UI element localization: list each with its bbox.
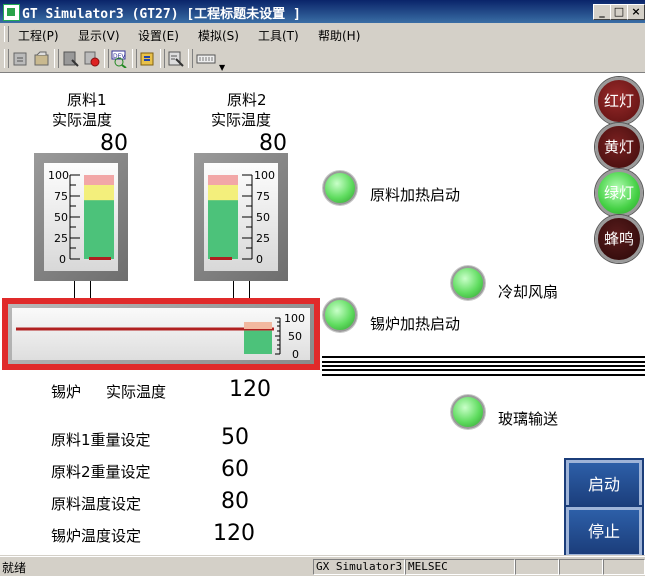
raw-heat-lamp	[323, 171, 357, 205]
status-ready: 就绪	[2, 561, 27, 575]
app-icon	[3, 4, 20, 21]
reload-icon[interactable]	[33, 50, 51, 68]
toolbar-separator	[160, 49, 165, 68]
toolbar-separator	[54, 49, 59, 68]
setting-value[interactable]: 50	[221, 425, 249, 450]
boiler-heat-lamp	[323, 298, 357, 332]
menu-settings[interactable]: 设置(E)	[138, 27, 179, 44]
toolbar-separator	[104, 49, 109, 68]
window-title: GT Simulator3 (GT27) [工程标题未设置 ]	[22, 7, 301, 22]
tank2-pipe-right	[249, 281, 250, 298]
tank1-tick-50: 50	[54, 211, 68, 224]
tank1-tick-75: 75	[54, 190, 68, 203]
setting-label: 锡炉温度设定	[51, 527, 142, 545]
status-cell	[559, 559, 603, 575]
tank2-name: 原料2	[227, 91, 267, 109]
tank1-tick-25: 25	[54, 232, 68, 245]
minimize-button[interactable]: _	[593, 4, 611, 20]
menu-grip	[4, 26, 9, 42]
boiler-alarm-frame: 100 50 0	[2, 298, 320, 370]
boiler-level-chart: 100 50 0	[16, 312, 305, 360]
menu-bar: 工程(P) 显示(V) 设置(E) 模拟(S) 工具(T) 帮助(H)	[0, 23, 645, 45]
status-protocol: MELSEC	[405, 559, 515, 575]
status-cell	[515, 559, 559, 575]
setting-value[interactable]: 80	[221, 489, 249, 514]
tank1-tick-100: 100	[48, 169, 69, 182]
setting-label: 原料温度设定	[51, 495, 142, 513]
setting-value[interactable]: 60	[221, 457, 249, 482]
tank2-level-bar	[208, 200, 238, 259]
toolbar-overflow-icon[interactable]: ▼	[219, 63, 225, 72]
status-cell	[603, 559, 645, 575]
menu-help[interactable]: 帮助(H)	[318, 27, 360, 44]
yellow-light-button[interactable]: 黄灯	[595, 123, 643, 171]
search-icon[interactable]: DEV	[111, 50, 129, 68]
start-button[interactable]: 启动	[564, 458, 644, 512]
setting-value[interactable]: 120	[213, 521, 255, 546]
tank2-pipe-left	[233, 281, 234, 298]
boiler-tick-50: 50	[288, 330, 302, 343]
tank1-gauge-face: 100 75 50 25 0	[44, 163, 118, 271]
menu-tools[interactable]: 工具(T)	[258, 27, 299, 44]
boiler-heat-label: 锡炉加热启动	[370, 315, 461, 333]
tank1-temp-label: 实际温度	[52, 111, 113, 129]
tank2-tick-50: 50	[256, 211, 270, 224]
tank1-level-chart: 100 75 50 25 0	[48, 169, 114, 266]
glass-conveyor-label: 玻璃输送	[498, 410, 559, 428]
toolbar-separator	[132, 49, 137, 68]
hmi-screen: 原料1 实际温度 80 100 75 50 25 0 原料2 实际温度 80 1…	[0, 73, 645, 555]
tank1-pipe-right	[90, 281, 91, 298]
stop-icon[interactable]	[83, 50, 101, 68]
tank2-gauge: 100 75 50 25 0	[194, 153, 288, 281]
status-app: GX Simulator3	[313, 559, 405, 575]
setting-label: 原料1重量设定	[51, 431, 151, 449]
raw-heat-label: 原料加热启动	[370, 186, 461, 204]
boiler-tick-0: 0	[292, 348, 299, 360]
tank2-gauge-face: 100 75 50 25 0	[204, 163, 278, 271]
tank1-level-bar	[84, 200, 114, 259]
toolbar-separator	[188, 49, 193, 68]
tank2-tick-75: 75	[256, 190, 270, 203]
svg-text:DEV: DEV	[113, 53, 126, 60]
menu-view[interactable]: 显示(V)	[78, 27, 120, 44]
device-monitor-icon[interactable]	[62, 50, 80, 68]
tank2-tick-0: 0	[256, 253, 263, 266]
boiler-gauge-bezel: 100 50 0	[8, 304, 314, 364]
stop-button[interactable]: 停止	[564, 505, 644, 555]
maximize-button[interactable]: □	[610, 4, 628, 20]
data-view-icon[interactable]	[167, 50, 185, 68]
conveyor-lines	[322, 356, 645, 376]
title-bar: GT Simulator3 (GT27) [工程标题未设置 ] _ □ ×	[0, 0, 645, 23]
tank1-gauge: 100 75 50 25 0	[34, 153, 128, 281]
menu-simulate[interactable]: 模拟(S)	[198, 27, 239, 44]
cool-fan-label: 冷却风扇	[498, 283, 559, 301]
green-light-button[interactable]: 绿灯	[595, 169, 643, 217]
status-bar: 就绪 GX Simulator3 MELSEC	[0, 556, 645, 576]
toolbar-grip	[4, 49, 9, 68]
open-project-icon[interactable]	[12, 50, 30, 68]
menu-project[interactable]: 工程(P)	[18, 27, 59, 44]
toolbar: DEV ▼	[0, 45, 645, 73]
tank1-pipe-left	[74, 281, 75, 298]
tank2-tick-100: 100	[254, 169, 275, 182]
cool-fan-lamp	[451, 266, 485, 300]
settings-icon[interactable]	[139, 50, 157, 68]
boiler-gauge-face: 100 50 0	[12, 308, 310, 360]
keyboard-icon[interactable]	[196, 50, 216, 68]
boiler-temp-value: 120	[229, 377, 271, 402]
tank1-tick-0: 0	[59, 253, 66, 266]
tank2-temp-label: 实际温度	[211, 111, 272, 129]
buzzer-button[interactable]: 蜂鸣	[595, 215, 643, 263]
red-light-button[interactable]: 红灯	[595, 77, 643, 125]
setting-label: 原料2重量设定	[51, 463, 151, 481]
boiler-temp-label: 实际温度	[106, 383, 167, 401]
tank1-name: 原料1	[67, 91, 107, 109]
tank2-tick-25: 25	[256, 232, 270, 245]
boiler-name: 锡炉	[51, 383, 82, 401]
tank2-level-chart: 100 75 50 25 0	[208, 169, 275, 266]
boiler-level-bar	[244, 330, 272, 354]
glass-conveyor-lamp	[451, 395, 485, 429]
boiler-tick-100: 100	[284, 312, 305, 325]
close-button[interactable]: ×	[627, 4, 645, 20]
